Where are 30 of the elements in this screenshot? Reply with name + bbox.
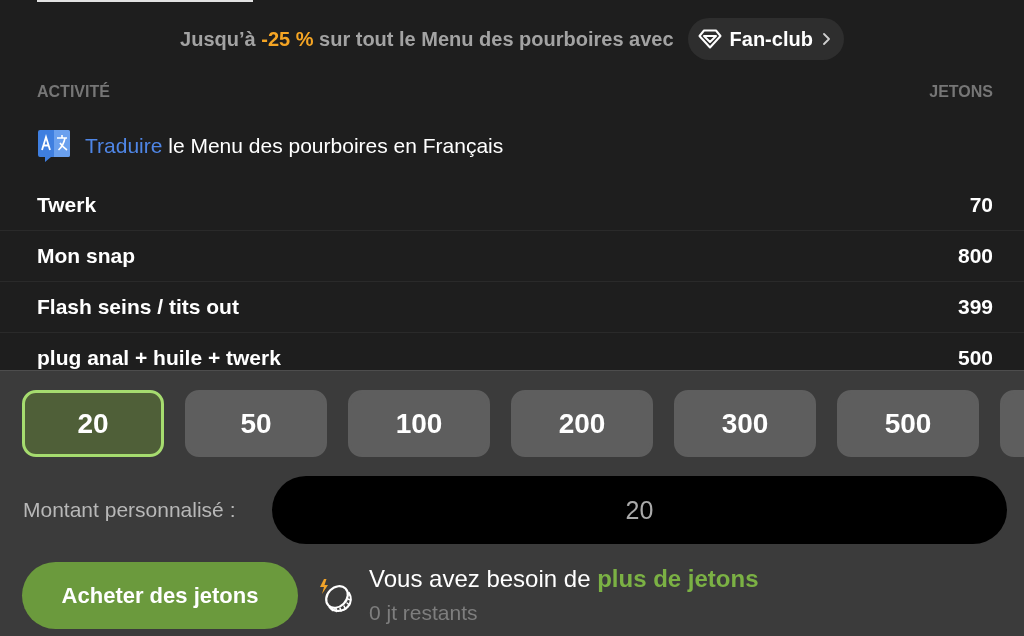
balance-message: Vous avez besoin de plus de jetons [369, 565, 759, 593]
promo-text: Jusqu’à -25 % sur tout le Menu des pourboires avec [180, 27, 674, 52]
token-price: 70 [969, 194, 993, 216]
amount-button[interactable]: 20 [22, 390, 164, 457]
fan-club-button[interactable]: Fan-club [687, 18, 844, 60]
token-price: 500 [957, 347, 993, 369]
remaining-tokens-text: 0 jt restants [369, 600, 479, 626]
amount-button[interactable]: 300 [674, 390, 816, 457]
custom-amount-input[interactable]: 20 [272, 476, 1007, 544]
activity-name: Twerk [37, 194, 97, 216]
activity-name: Flash seins / tits out [37, 296, 239, 318]
token-price: 399 [957, 296, 993, 318]
chevron-right-icon [822, 33, 830, 45]
activity-name: Mon snap [37, 245, 135, 267]
coin-lightning-icon [317, 577, 353, 614]
diamond-icon [697, 29, 722, 49]
amount-button[interactable]: 100 [348, 390, 490, 457]
buy-tokens-button[interactable]: Acheter des jetons [22, 562, 298, 629]
column-header: JETONS [929, 82, 993, 102]
amount-button[interactable]: 50 [185, 390, 327, 457]
activity-name: plug anal + huile + twerk [37, 347, 281, 369]
column-header: ACTIVITÉ [37, 81, 110, 102]
token-price: 800 [957, 245, 993, 267]
translate-text: Traduire le Menu des pourboires en Français [85, 133, 504, 160]
translate-link[interactable]: Traduire [85, 134, 163, 158]
custom-amount-label: Montant personnalisé : [23, 497, 236, 524]
amount-button[interactable]: 200 [511, 390, 653, 457]
translate-icon [37, 129, 71, 163]
more-tokens-link[interactable]: plus de jetons [597, 565, 759, 592]
amount-button[interactable]: 500 [837, 390, 979, 457]
